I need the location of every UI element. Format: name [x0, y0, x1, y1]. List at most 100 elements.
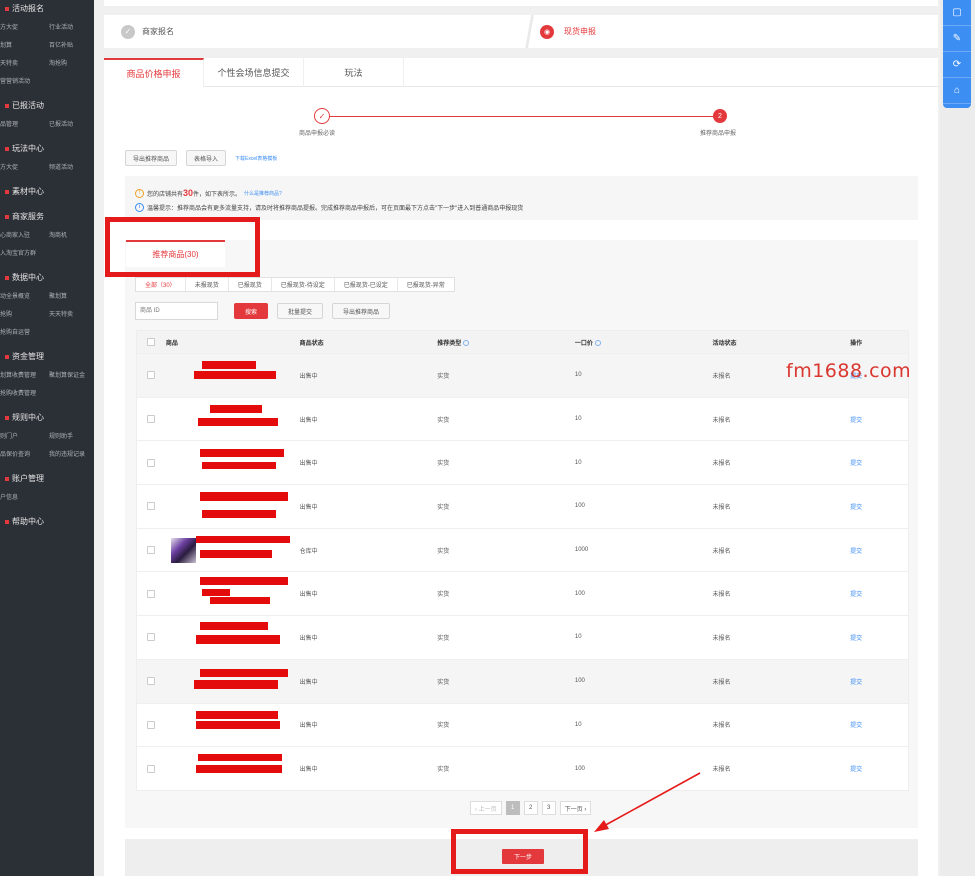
help-icon[interactable] [463, 339, 470, 346]
page-2[interactable]: 2 [523, 801, 538, 815]
sidebar-item[interactable]: 心商家入驻 [0, 230, 45, 239]
sidebar-item[interactable]: 品管理 [0, 119, 45, 128]
row-checkbox[interactable] [147, 633, 156, 642]
step-merchant-signup[interactable]: ✓ 商家报名 [121, 24, 174, 39]
sidebar-item[interactable]: 划算收费管理 [0, 370, 45, 379]
table-import-button[interactable]: 表格导入 [186, 150, 227, 166]
tab-gameplay[interactable]: 玩法 [304, 58, 404, 87]
product-id-input[interactable] [135, 302, 218, 320]
sidebar-item[interactable]: 聚划算 [45, 291, 94, 300]
sidebar-item[interactable]: 已报活动 [45, 119, 94, 128]
notice-prefix: 您的店铺共有 [147, 191, 184, 198]
activity-cell: 未报名 [712, 504, 731, 511]
sidebar-item[interactable]: 方大促 [0, 22, 45, 31]
sidebar-item[interactable]: 百亿补贴 [45, 40, 94, 49]
sidebar-section[interactable]: 账户管理 [0, 470, 94, 487]
home-icon[interactable]: ⌂ [943, 78, 971, 104]
submit-link[interactable]: 提交 [850, 461, 862, 467]
submit-link[interactable]: 提交 [850, 505, 862, 511]
download-template-link[interactable]: 下载Excel表格模板 [235, 155, 277, 162]
sidebar-row: 方大促 行业活动 [0, 17, 94, 35]
row-checkbox-cell [137, 502, 166, 511]
sidebar-item[interactable]: 入淘宝官方群 [0, 248, 45, 257]
sidebar-item[interactable]: 规则助手 [45, 431, 94, 440]
submit-link[interactable]: 提交 [850, 592, 862, 598]
sidebar-item[interactable]: 则门户 [0, 431, 45, 440]
sidebar-item[interactable]: 频道活动 [45, 162, 94, 171]
activity-cell: 未报名 [712, 767, 731, 774]
sidebar-section[interactable]: 已报活动 [0, 97, 94, 114]
submit-link[interactable]: 提交 [850, 418, 862, 424]
sidebar-item[interactable]: 抢购收费管理 [0, 388, 45, 397]
sidebar-item[interactable]: 户信息 [0, 492, 45, 501]
submit-link[interactable]: 提交 [850, 680, 862, 686]
section-marker [5, 6, 9, 11]
sidebar-item[interactable]: 动全景概览 [0, 291, 45, 300]
row-checkbox[interactable] [147, 720, 156, 729]
page-1[interactable]: 1 [505, 801, 520, 815]
sidebar-item[interactable]: 我的违规记录 [45, 449, 94, 458]
table-row: 出售中 实货 10 未报名 提交 [137, 396, 908, 441]
sidebar-item[interactable]: 抢购 [0, 309, 45, 318]
export-recommended-button[interactable]: 导出推荐商品 [125, 150, 178, 166]
filter-tab[interactable]: 已报现货-异常 [398, 278, 454, 291]
sidebar-section[interactable]: 帮助中心 [0, 513, 94, 530]
sidebar-item[interactable]: 天特卖 [0, 58, 45, 67]
row-checkbox[interactable] [147, 677, 156, 686]
sidebar-section[interactable]: 素材中心 [0, 183, 94, 200]
sidebar-section[interactable]: 玩法中心 [0, 140, 94, 157]
sidebar-row: 天特卖 淘抢购 [0, 53, 94, 71]
step-stock-declare[interactable]: ◉ 现货申报 [540, 24, 596, 39]
tool-icon[interactable]: ✎ [943, 26, 971, 52]
help-icon[interactable] [594, 339, 601, 346]
sidebar-item[interactable]: 行业活动 [45, 22, 94, 31]
sidebar-item[interactable]: 淘抢购 [45, 58, 94, 67]
what-is-recommended-link[interactable]: 什么是推荐商品? [244, 190, 282, 197]
row-checkbox[interactable] [147, 415, 156, 424]
prev-page-button[interactable]: ‹ 上一页 [470, 801, 502, 815]
tab-venue-info[interactable]: 个性会场信息提交 [204, 58, 304, 87]
refresh-icon[interactable]: ⟳ [943, 52, 971, 78]
page-3[interactable]: 3 [541, 801, 556, 815]
next-page-button[interactable]: 下一页 › [559, 801, 592, 815]
sidebar-item[interactable]: 抢购自运营 [0, 327, 45, 336]
row-checkbox[interactable] [147, 502, 156, 511]
submit-link[interactable]: 提交 [850, 636, 862, 642]
filter-tab[interactable]: 已报现货-已设定 [335, 278, 398, 291]
search-button[interactable]: 搜索 [234, 303, 269, 319]
row-checkbox[interactable] [147, 546, 156, 555]
sidebar-section[interactable]: 商家服务 [0, 208, 94, 225]
row-checkbox[interactable] [147, 589, 156, 598]
status-cell: 出售中 [299, 679, 318, 686]
sidebar-item[interactable]: 方大促 [0, 162, 45, 171]
select-all-checkbox[interactable] [147, 338, 156, 346]
sidebar-item[interactable]: 品保价查询 [0, 449, 45, 458]
sidebar-item[interactable]: 天天特卖 [45, 309, 94, 318]
sidebar-section[interactable]: 活动报名 [0, 0, 94, 17]
submit-link[interactable]: 提交 [850, 549, 862, 555]
sidebar-item[interactable]: 聚划算保证金 [45, 370, 94, 379]
sidebar-section[interactable]: 数据中心 [0, 269, 94, 286]
row-checkbox[interactable] [147, 458, 156, 467]
section-marker [5, 146, 9, 151]
price-cell: 10 [574, 372, 582, 379]
row-checkbox[interactable] [147, 371, 156, 380]
status-cell: 出售中 [299, 417, 318, 424]
message-icon[interactable]: ▢ [943, 0, 971, 26]
sidebar-item[interactable]: 营营销活动 [0, 76, 45, 85]
filter-tab[interactable]: 已报现货-待设定 [272, 278, 335, 291]
filter-tab[interactable]: 未报现货 [186, 278, 229, 291]
batch-submit-button[interactable]: 批量提交 [277, 303, 324, 319]
row-checkbox[interactable] [147, 764, 156, 773]
sidebar-section[interactable]: 规则中心 [0, 409, 94, 426]
tab-price-declare[interactable]: 商品价格申报 [104, 58, 204, 87]
sidebar-item[interactable]: 淘商机 [45, 230, 94, 239]
submit-link[interactable]: 提交 [850, 767, 862, 773]
sidebar-item[interactable]: 划算 [0, 40, 45, 49]
filter-tab[interactable]: 已报现货 [229, 278, 272, 291]
price-cell: 1000 [574, 547, 589, 554]
export-recommended-button-2[interactable]: 导出推荐商品 [332, 303, 391, 319]
sidebar-section[interactable]: 资金管理 [0, 348, 94, 365]
filter-tab[interactable]: 全部（30） [136, 278, 186, 291]
submit-link[interactable]: 提交 [850, 723, 862, 729]
